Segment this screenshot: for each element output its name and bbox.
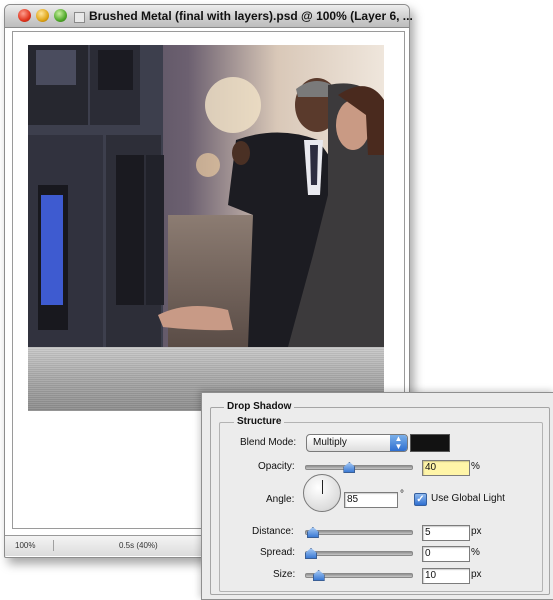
size-unit: px <box>471 569 482 580</box>
use-global-light-label[interactable]: Use Global Light <box>431 493 505 504</box>
distance-field[interactable]: 5 <box>422 525 470 541</box>
opacity-unit: % <box>471 461 480 472</box>
layer-style-dialog: Drop Shadow Structure Blend Mode: Multip… <box>201 392 553 600</box>
document-proxy-icon[interactable] <box>74 12 85 23</box>
distance-unit: px <box>471 526 482 537</box>
blend-mode-label: Blend Mode: <box>240 437 297 448</box>
blend-mode-value: Multiply <box>313 437 347 448</box>
distance-label: Distance: <box>252 526 294 537</box>
window-title: Brushed Metal (final with layers).psd @ … <box>89 9 413 23</box>
zoom-icon[interactable] <box>54 9 67 22</box>
spread-field[interactable]: 0 <box>422 546 470 562</box>
opacity-field[interactable]: 40 <box>422 460 470 476</box>
size-label: Size: <box>273 569 296 580</box>
minimize-icon[interactable] <box>36 9 49 22</box>
opacity-slider-track[interactable] <box>305 465 413 470</box>
drop-shadow-title: Drop Shadow <box>224 401 295 412</box>
shadow-color-swatch[interactable] <box>410 434 450 452</box>
opacity-label: Opacity: <box>258 461 295 472</box>
use-global-light-checkbox[interactable]: ✓ <box>414 493 427 506</box>
angle-needle-icon <box>322 480 323 494</box>
close-icon[interactable] <box>18 9 31 22</box>
angle-dial[interactable] <box>303 474 341 512</box>
size-field[interactable]: 10 <box>422 568 470 584</box>
angle-label: Angle: <box>266 494 295 505</box>
blend-mode-popup[interactable]: Multiply ▲ ▼ <box>306 434 408 452</box>
distance-slider-track[interactable] <box>305 530 413 535</box>
window-titlebar[interactable]: Brushed Metal (final with layers).psd @ … <box>5 5 413 28</box>
document-info[interactable]: 0.5s (40%) <box>119 540 158 551</box>
spread-slider-track[interactable] <box>305 551 413 556</box>
checkmark-icon: ✓ <box>416 494 425 505</box>
photo-layer <box>28 45 384 347</box>
angle-unit: ° <box>400 489 404 500</box>
angle-field[interactable]: 85 <box>344 492 398 508</box>
structure-title: Structure <box>234 416 285 427</box>
spread-unit: % <box>471 547 480 558</box>
spread-label: Spread: <box>260 547 296 558</box>
photo-image <box>28 45 384 347</box>
updown-arrows-icon: ▲ ▼ <box>390 435 407 451</box>
zoom-level-field[interactable]: 100% <box>11 540 54 551</box>
